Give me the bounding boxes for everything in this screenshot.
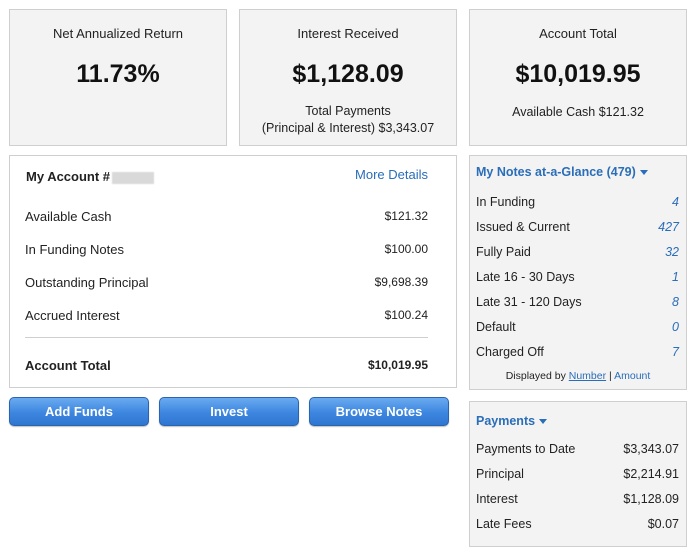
- account-row-value: $100.00: [384, 242, 428, 256]
- account-number-redacted: [112, 171, 155, 184]
- account-total-card: Account Total $10,019.95 Available Cash …: [469, 9, 687, 146]
- notes-row-label: Default: [476, 320, 516, 334]
- account-row-value: $9,698.39: [374, 275, 428, 289]
- account-row-label: In Funding Notes: [25, 242, 125, 257]
- display-separator: |: [609, 370, 612, 382]
- display-by-amount-link[interactable]: Amount: [614, 370, 650, 382]
- notes-glance-panel: My Notes at-a-Glance (479) In Funding 4 …: [469, 155, 687, 390]
- browse-notes-button[interactable]: Browse Notes: [309, 397, 449, 426]
- account-row-value: $121.32: [384, 209, 428, 223]
- notes-row-label: Fully Paid: [476, 245, 531, 259]
- net-return-label: Net Annualized Return: [52, 26, 184, 41]
- payments-row-value: $1,128.09: [623, 492, 679, 506]
- notes-row-label: Late 16 - 30 Days: [476, 270, 575, 284]
- notes-row-label: Charged Off: [476, 345, 544, 359]
- payments-row-label: Late Fees: [476, 517, 532, 531]
- notes-row-label: Issued & Current: [476, 220, 570, 234]
- account-row-value: $100.24: [384, 308, 428, 322]
- total-payments-value: (Principal & Interest) $3,343.07: [261, 121, 435, 135]
- account-total-label: Account Total: [539, 26, 617, 41]
- payments-row-value: $3,343.07: [623, 442, 679, 456]
- notes-row-count[interactable]: 427: [658, 220, 679, 234]
- chevron-down-icon: [639, 170, 648, 176]
- account-total-row-label: Account Total: [25, 358, 111, 373]
- payments-panel: Payments Payments to Date $3,343.07 Prin…: [469, 401, 687, 547]
- add-funds-button[interactable]: Add Funds: [9, 397, 149, 426]
- display-by-label: Displayed by: [505, 370, 566, 382]
- notes-row-count[interactable]: 7: [672, 345, 679, 359]
- payments-row-value: $2,214.91: [623, 467, 679, 481]
- net-return-value: 11.73%: [76, 60, 160, 88]
- more-details-link[interactable]: More Details: [355, 167, 428, 182]
- account-title-text: My Account #: [26, 169, 111, 184]
- account-row-label: Accrued Interest: [25, 308, 120, 323]
- account-divider: [25, 337, 428, 338]
- notes-row-label: In Funding: [476, 195, 536, 209]
- payments-row-label: Interest: [476, 492, 518, 506]
- notes-row-count[interactable]: 0: [672, 320, 679, 334]
- total-payments-label: Total Payments: [305, 104, 391, 118]
- payments-title-text: Payments: [476, 414, 536, 428]
- net-return-card: Net Annualized Return 11.73%: [9, 9, 227, 146]
- display-by-number-link[interactable]: Number: [569, 370, 606, 382]
- account-title: My Account #: [26, 169, 155, 184]
- interest-received-value: $1,128.09: [292, 60, 404, 88]
- notes-glance-title-text: My Notes at-a-Glance (479): [476, 165, 636, 179]
- notes-row-count[interactable]: 8: [672, 295, 679, 309]
- interest-received-label: Interest Received: [297, 26, 399, 41]
- available-cash-summary: Available Cash $121.32: [512, 105, 644, 119]
- invest-button[interactable]: Invest: [159, 397, 299, 426]
- payments-row-label: Payments to Date: [476, 442, 576, 456]
- notes-row-count[interactable]: 32: [665, 245, 679, 259]
- payments-row-label: Principal: [476, 467, 524, 481]
- notes-display-toggle: Displayed by Number | Amount: [470, 370, 686, 382]
- notes-glance-title[interactable]: My Notes at-a-Glance (479): [476, 165, 648, 179]
- account-total-value: $10,019.95: [515, 60, 641, 88]
- notes-row-count[interactable]: 1: [672, 270, 679, 284]
- payments-title[interactable]: Payments: [476, 414, 548, 428]
- account-row-label: Outstanding Principal: [25, 275, 149, 290]
- payments-row-value: $0.07: [647, 517, 679, 531]
- notes-row-count[interactable]: 4: [672, 195, 679, 209]
- notes-row-label: Late 31 - 120 Days: [476, 295, 582, 309]
- account-row-label: Available Cash: [25, 209, 112, 224]
- account-total-row-value: $10,019.95: [367, 358, 428, 372]
- interest-received-card: Interest Received $1,128.09 Total Paymen…: [239, 9, 457, 146]
- my-account-panel: My Account # More Details Available Cash…: [9, 155, 457, 388]
- chevron-down-icon: [539, 419, 548, 425]
